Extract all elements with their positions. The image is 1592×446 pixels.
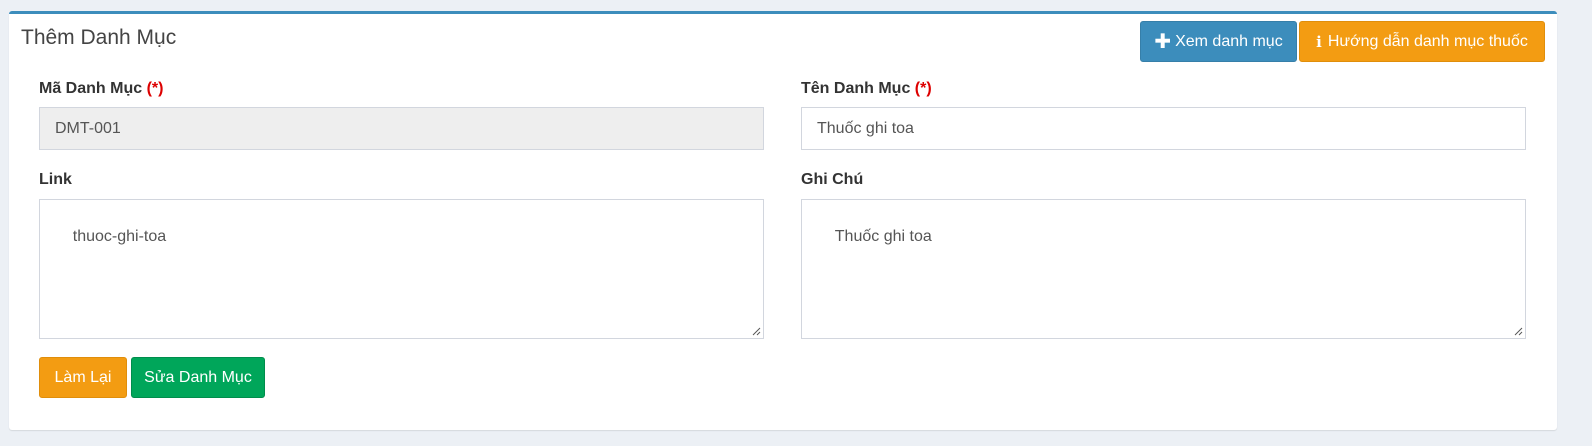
- category-guide-label: Hướng dẫn danh mục thuốc: [1327, 32, 1528, 50]
- category-code-label-text: Mã Danh Mục: [39, 80, 143, 97]
- view-categories-label: Xem danh mục: [1175, 32, 1283, 50]
- note-label-text: Ghi Chú: [801, 171, 864, 188]
- category-name-label-text: Tên Danh Mục: [801, 80, 911, 97]
- category-code-label: Mã Danh Mục (*): [39, 80, 163, 98]
- info-icon: i: [1316, 32, 1322, 51]
- edit-category-button-label: Sửa Danh Mục: [144, 368, 252, 386]
- view-categories-button[interactable]: ✚ Xem danh mục: [1140, 21, 1297, 62]
- category-name-value: Thuốc ghi toa: [817, 119, 914, 137]
- plus-icon: ✚: [1154, 30, 1172, 53]
- note-label: Ghi Chú: [801, 171, 863, 189]
- note-textarea[interactable]: Thuốc ghi toa: [801, 199, 1526, 339]
- resize-grip-icon[interactable]: [751, 326, 761, 336]
- category-name-label: Tên Danh Mục (*): [801, 80, 932, 98]
- link-textarea[interactable]: thuoc-ghi-toa: [39, 199, 764, 339]
- reset-button[interactable]: Làm Lại: [39, 357, 127, 398]
- link-label-text: Link: [39, 171, 72, 188]
- category-guide-button[interactable]: i Hướng dẫn danh mục thuốc: [1299, 21, 1545, 62]
- required-marker: (*): [914, 80, 932, 97]
- category-code-field[interactable]: DMT-001: [39, 107, 764, 150]
- category-name-field[interactable]: Thuốc ghi toa: [801, 107, 1526, 150]
- required-marker: (*): [146, 80, 164, 97]
- resize-grip-icon[interactable]: [1513, 326, 1523, 336]
- add-category-panel: Thêm Danh Mục ✚ Xem danh mục i Hướng dẫn…: [9, 11, 1557, 430]
- link-label: Link: [39, 171, 72, 189]
- reset-button-label: Làm Lại: [54, 368, 112, 386]
- note-value: Thuốc ghi toa: [834, 228, 932, 245]
- edit-category-button[interactable]: Sửa Danh Mục: [131, 357, 265, 398]
- category-code-value: DMT-001: [55, 119, 121, 137]
- panel-title: Thêm Danh Mục: [21, 26, 177, 49]
- link-value: thuoc-ghi-toa: [72, 228, 167, 245]
